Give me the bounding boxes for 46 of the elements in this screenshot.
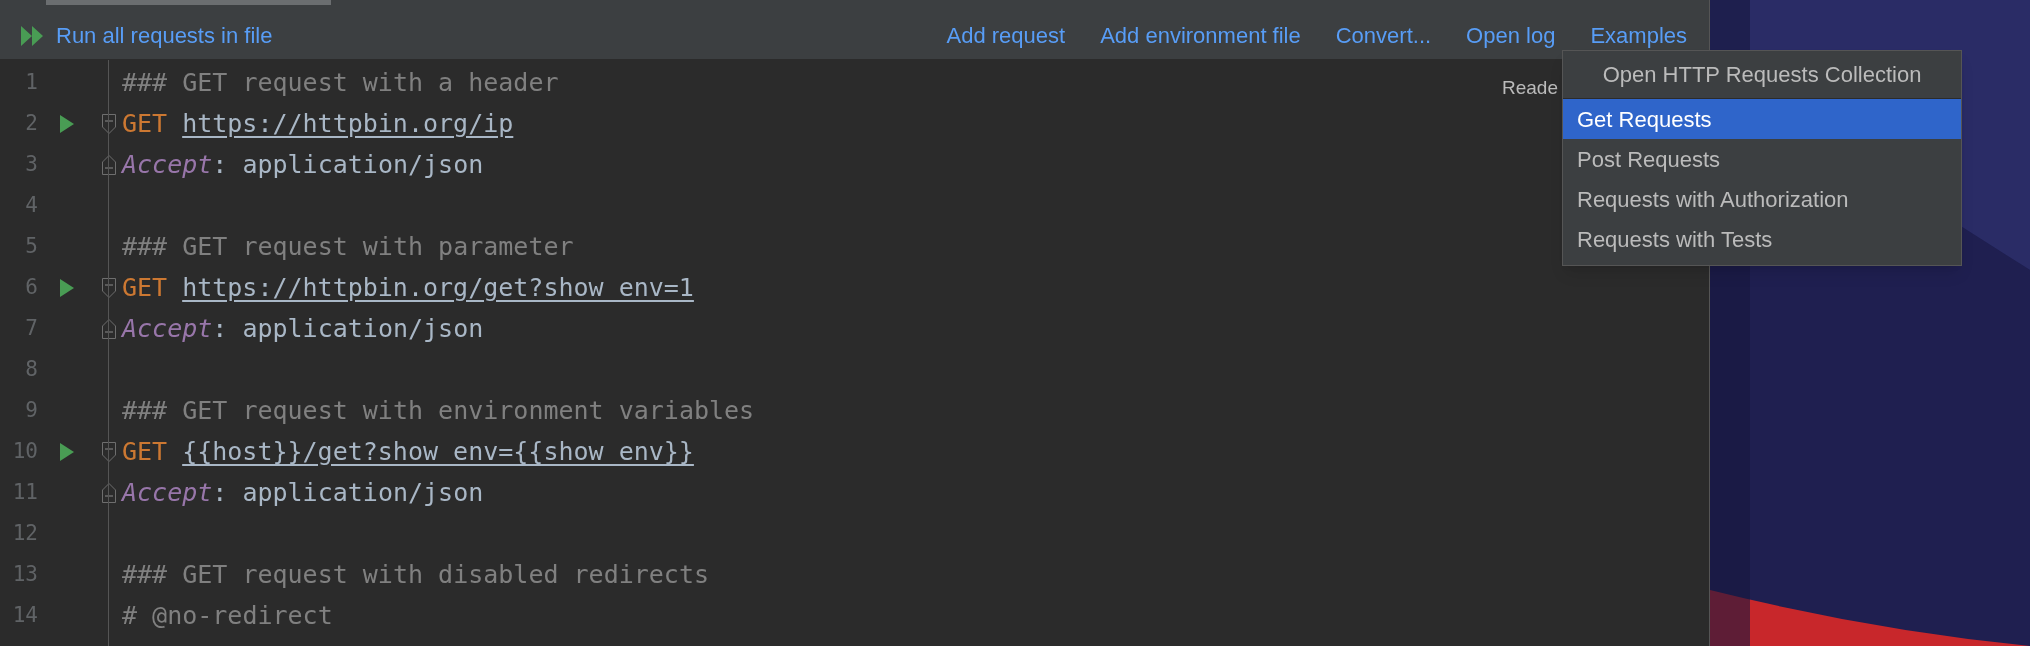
code-comment: ### GET request with parameter bbox=[122, 230, 574, 263]
menu-item[interactable]: Requests with Authorization bbox=[1563, 179, 1961, 219]
run-icon[interactable] bbox=[60, 114, 74, 133]
line-number: 6 bbox=[24, 273, 38, 301]
url-link[interactable]: {{host}}/get?show_env={{show_env}} bbox=[182, 432, 694, 471]
toolbar-link[interactable]: Add environment file bbox=[1100, 19, 1301, 52]
line-number: 1 bbox=[24, 68, 38, 96]
line-number: 5 bbox=[24, 232, 38, 260]
line-number: 9 bbox=[24, 396, 38, 424]
line-number: 8 bbox=[24, 355, 38, 383]
header-name: Accept bbox=[122, 148, 213, 181]
run-icon[interactable] bbox=[60, 442, 74, 461]
line-number: 12 bbox=[11, 519, 38, 547]
run-all-button[interactable]: Run all requests in file bbox=[20, 19, 273, 52]
toolbar-link[interactable]: Examples bbox=[1590, 19, 1687, 52]
line-number: 7 bbox=[24, 314, 38, 342]
code-text: : application/json bbox=[212, 312, 484, 345]
menu-item[interactable]: Post Requests bbox=[1563, 139, 1961, 179]
code-text: : application/json bbox=[212, 476, 484, 509]
line-number: 14 bbox=[11, 601, 38, 629]
line-number: 2 bbox=[24, 109, 38, 137]
menu-item[interactable]: Get Requests bbox=[1563, 99, 1961, 139]
line-number: 10 bbox=[11, 437, 38, 465]
http-method: GET bbox=[122, 107, 168, 140]
toolbar-link[interactable]: Open log bbox=[1466, 19, 1556, 52]
toolbar-link[interactable]: Add request bbox=[946, 19, 1066, 52]
code-text: : application/json bbox=[212, 148, 484, 181]
http-method: GET bbox=[122, 435, 168, 468]
scrollbar[interactable] bbox=[46, 0, 331, 5]
code-comment: ### GET request with disabled redirects bbox=[122, 558, 709, 591]
header-name: Accept bbox=[122, 312, 213, 345]
line-number: 13 bbox=[11, 560, 38, 588]
url-link[interactable]: https://httpbin.org/ip bbox=[182, 104, 514, 143]
code-comment: # @no-redirect bbox=[122, 599, 333, 632]
line-number: 4 bbox=[24, 191, 38, 219]
header-name: Accept bbox=[122, 476, 213, 509]
url-link[interactable]: https://httpbin.org/get?show_env=1 bbox=[182, 268, 694, 307]
http-method: GET bbox=[122, 271, 168, 304]
reader-mode-label[interactable]: Reade bbox=[1502, 74, 1558, 103]
run-icon[interactable] bbox=[60, 278, 74, 297]
code-comment: ### GET request with environment variables bbox=[122, 394, 755, 427]
line-number: 11 bbox=[11, 478, 38, 506]
menu-item[interactable]: Requests with Tests bbox=[1563, 219, 1961, 259]
toolbar-link[interactable]: Convert... bbox=[1335, 19, 1432, 52]
line-number: 3 bbox=[24, 150, 38, 178]
code-comment: ### GET request with a header bbox=[122, 66, 559, 99]
